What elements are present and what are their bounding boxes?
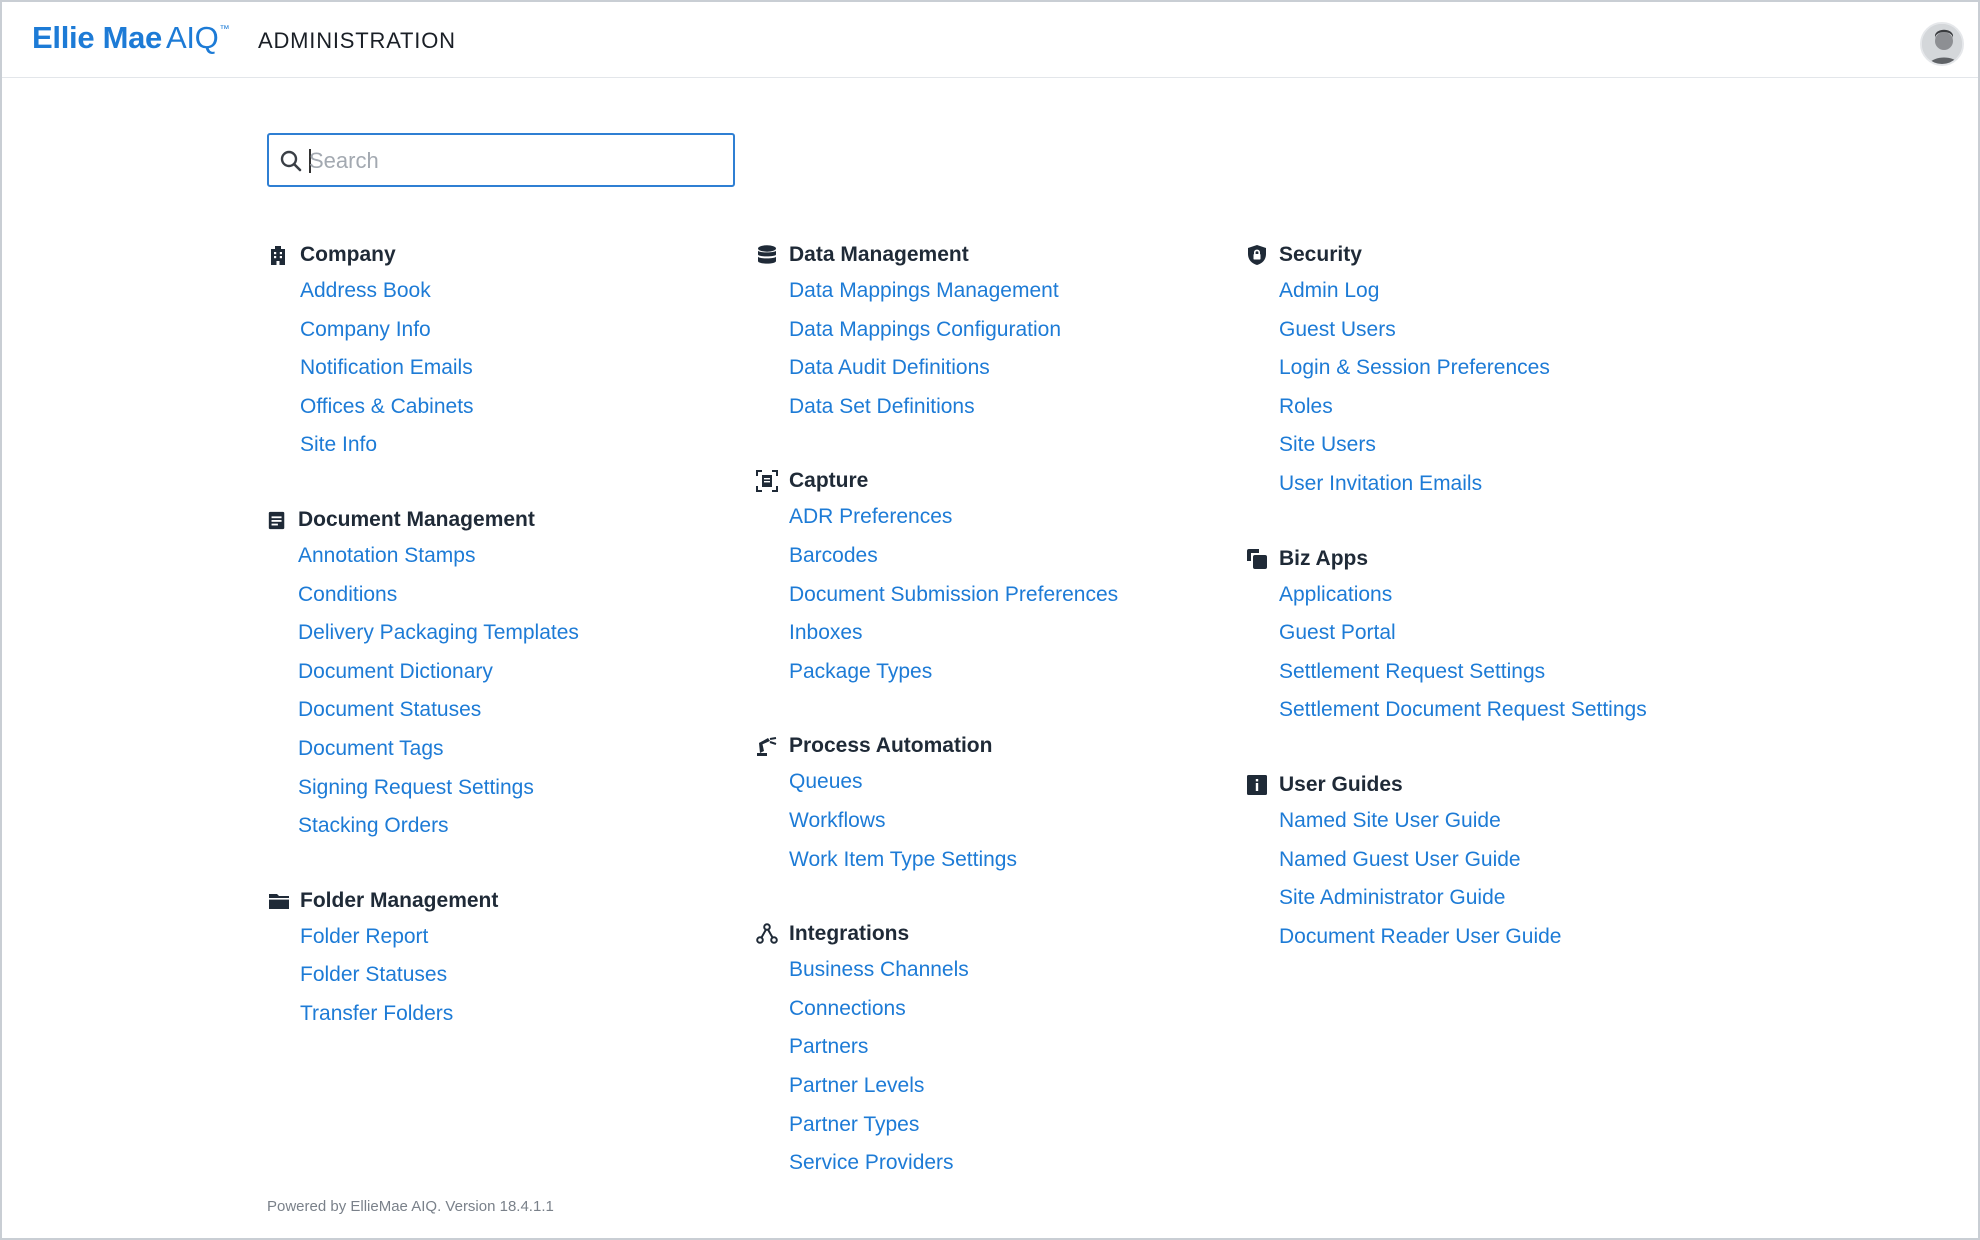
link-signing-request-settings[interactable]: Signing Request Settings (298, 776, 534, 799)
link-inboxes[interactable]: Inboxes (789, 621, 863, 644)
section-title-data-management: Data Management (789, 243, 969, 266)
column-3: Security Admin Log Guest Users Login & S… (1246, 238, 1726, 994)
robot-arm-icon (757, 737, 777, 757)
column-1: Company Address Book Company Info Notifi… (267, 238, 747, 1072)
link-notification-emails[interactable]: Notification Emails (300, 356, 473, 379)
section-title-document-management: Document Management (298, 507, 535, 531)
brand-trademark: ™ (219, 24, 230, 35)
section-data-management: Data Management Data Mappings Management… (756, 238, 1236, 426)
link-site-info[interactable]: Site Info (300, 433, 377, 456)
link-queues[interactable]: Queues (789, 770, 863, 793)
section-user-guides: User Guides Named Site User Guide Named … (1246, 768, 1726, 956)
footer-version: Powered by EllieMae AIQ. Version 18.4.1.… (267, 1198, 554, 1215)
section-title-integrations: Integrations (789, 922, 910, 946)
section-title-capture: Capture (789, 469, 869, 493)
database-icon (758, 245, 776, 264)
link-address-book[interactable]: Address Book (300, 279, 431, 302)
link-roles[interactable]: Roles (1279, 395, 1333, 418)
link-applications[interactable]: Applications (1279, 583, 1392, 606)
avatar-icon (1922, 24, 1962, 64)
link-annotation-stamps[interactable]: Annotation Stamps (298, 544, 475, 567)
link-delivery-packaging-templates[interactable]: Delivery Packaging Templates (298, 621, 579, 644)
section-biz-apps: Biz Apps Applications Guest Portal Settl… (1246, 542, 1726, 730)
link-admin-log[interactable]: Admin Log (1279, 279, 1379, 302)
section-title-user-guides: User Guides (1279, 772, 1403, 796)
section-title-security: Security (1279, 243, 1362, 266)
column-2: Data Management Data Mappings Management… (756, 238, 1236, 1221)
building-icon (271, 246, 285, 265)
section-process-automation: Process Automation Queues Workflows Work… (756, 729, 1236, 879)
link-guest-portal[interactable]: Guest Portal (1279, 621, 1396, 644)
brand-suffix: AIQ (165, 20, 219, 55)
section-document-management: Document Management Annotation Stamps Co… (267, 503, 747, 846)
link-site-users[interactable]: Site Users (1279, 433, 1376, 456)
link-settlement-document-request-settings[interactable]: Settlement Document Request Settings (1279, 698, 1647, 721)
integrations-icon (756, 923, 778, 944)
link-partner-levels[interactable]: Partner Levels (789, 1074, 924, 1097)
link-site-administrator-guide[interactable]: Site Administrator Guide (1279, 886, 1505, 909)
link-work-item-type-settings[interactable]: Work Item Type Settings (789, 848, 1017, 871)
link-data-mappings-management[interactable]: Data Mappings Management (789, 279, 1059, 302)
user-avatar[interactable] (1920, 22, 1964, 66)
folder-icon (269, 893, 289, 909)
section-title-folder-management: Folder Management (300, 888, 499, 912)
capture-icon (756, 470, 778, 493)
link-barcodes[interactable]: Barcodes (789, 544, 878, 567)
search-icon (280, 150, 302, 172)
link-partners[interactable]: Partners (789, 1035, 868, 1058)
link-document-submission-preferences[interactable]: Document Submission Preferences (789, 583, 1118, 606)
link-company-info[interactable]: Company Info (300, 318, 431, 341)
document-icon (268, 511, 285, 530)
shield-lock-icon (1248, 245, 1266, 265)
search-input[interactable] (309, 144, 719, 178)
link-data-audit-definitions[interactable]: Data Audit Definitions (789, 356, 990, 379)
page-title: ADMINISTRATION (258, 28, 456, 53)
link-document-statuses[interactable]: Document Statuses (298, 698, 481, 721)
brand-logo[interactable]: Ellie Mae AIQ™ (32, 20, 229, 56)
link-settlement-request-settings[interactable]: Settlement Request Settings (1279, 660, 1545, 683)
link-folder-report[interactable]: Folder Report (300, 925, 428, 948)
section-company: Company Address Book Company Info Notifi… (267, 238, 747, 465)
link-stacking-orders[interactable]: Stacking Orders (298, 814, 449, 837)
link-service-providers[interactable]: Service Providers (789, 1151, 954, 1174)
section-title-company: Company (300, 243, 396, 266)
section-title-process-automation: Process Automation (789, 734, 993, 758)
link-document-tags[interactable]: Document Tags (298, 737, 444, 760)
link-connections[interactable]: Connections (789, 997, 906, 1020)
link-transfer-folders[interactable]: Transfer Folders (300, 1002, 453, 1025)
link-login-session-preferences[interactable]: Login & Session Preferences (1279, 356, 1550, 379)
apps-icon (1247, 548, 1267, 569)
link-folder-statuses[interactable]: Folder Statuses (300, 963, 447, 986)
section-folder-management: Folder Management Folder Report Folder S… (267, 884, 747, 1034)
app-window: Ellie Mae AIQ™ ADMINISTRATION Search Com… (0, 0, 1980, 1240)
link-user-invitation-emails[interactable]: User Invitation Emails (1279, 472, 1482, 495)
section-capture: Capture ADR Preferences Barcodes Documen… (756, 464, 1236, 691)
link-offices-cabinets[interactable]: Offices & Cabinets (300, 395, 474, 418)
link-document-dictionary[interactable]: Document Dictionary (298, 660, 493, 683)
info-icon (1247, 774, 1267, 795)
section-security: Security Admin Log Guest Users Login & S… (1246, 238, 1726, 504)
top-bar: Ellie Mae AIQ™ ADMINISTRATION (2, 2, 1978, 78)
link-adr-preferences[interactable]: ADR Preferences (789, 505, 952, 528)
link-named-site-user-guide[interactable]: Named Site User Guide (1279, 809, 1501, 832)
link-workflows[interactable]: Workflows (789, 809, 885, 832)
section-integrations: Integrations Business Channels Connectio… (756, 917, 1236, 1183)
brand-name: Ellie Mae (32, 20, 162, 55)
link-named-guest-user-guide[interactable]: Named Guest User Guide (1279, 848, 1521, 871)
link-package-types[interactable]: Package Types (789, 660, 932, 683)
link-document-reader-user-guide[interactable]: Document Reader User Guide (1279, 925, 1561, 948)
link-conditions[interactable]: Conditions (298, 583, 397, 606)
link-guest-users[interactable]: Guest Users (1279, 318, 1396, 341)
link-business-channels[interactable]: Business Channels (789, 958, 969, 981)
search-box[interactable] (267, 133, 735, 187)
section-title-biz-apps: Biz Apps (1279, 546, 1369, 570)
link-partner-types[interactable]: Partner Types (789, 1113, 919, 1136)
link-data-set-definitions[interactable]: Data Set Definitions (789, 395, 975, 418)
link-data-mappings-configuration[interactable]: Data Mappings Configuration (789, 318, 1061, 341)
